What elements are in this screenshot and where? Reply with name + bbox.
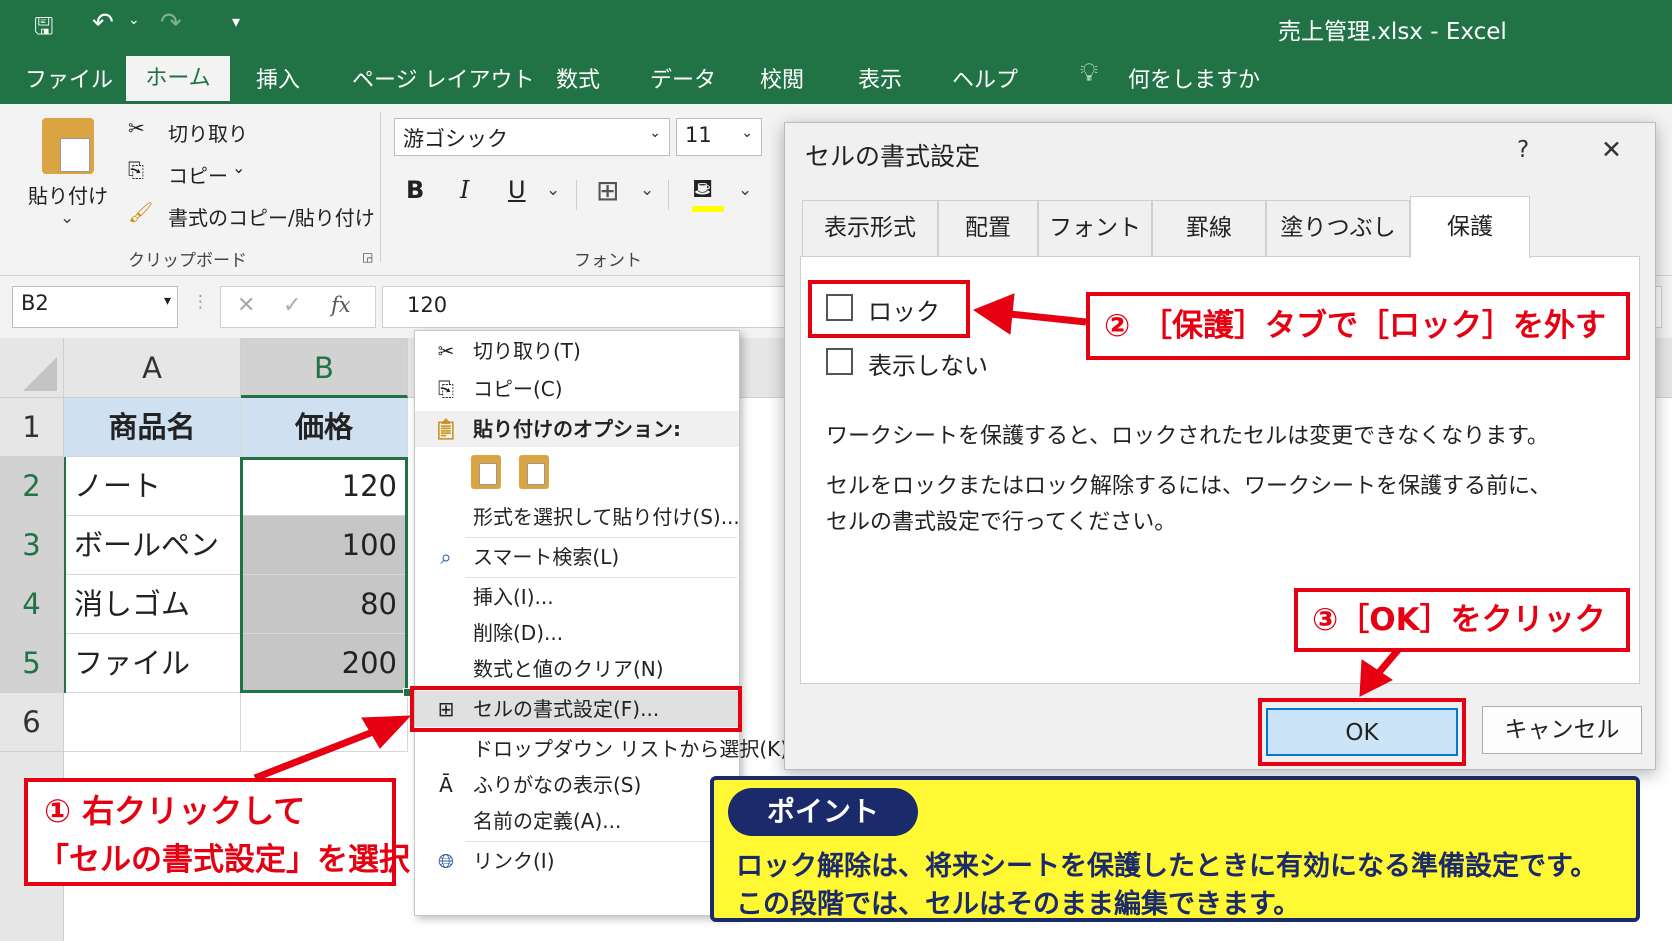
callout-step1: ① 右クリックして 「セルの書式設定」を選択 (24, 778, 410, 886)
arrow-step2-line (1009, 310, 1087, 326)
tab-protection[interactable]: 保護 (1410, 196, 1530, 258)
callout-step2: ② ［保護］タブで［ロック］を外す (1086, 292, 1630, 360)
arrow-step2-head (972, 293, 1015, 335)
point-line-1: ロック解除は、将来シートを保護したときに有効になる準備設定です。 (736, 851, 1598, 882)
point-line-2: この段階では、セルはそのまま編集できます。 (736, 889, 1301, 920)
point-label: ポイント (728, 788, 918, 836)
callout-step1-line1: ① 右クリックして (44, 792, 306, 830)
arrow-step1-line (253, 726, 380, 782)
point-box: ポイント ロック解除は、将来シートを保護したときに有効になる準備設定です。 この… (710, 776, 1640, 922)
callout-step3: ③［OK］をクリック (1294, 588, 1630, 652)
callout-step1-line2: 「セルの書式設定」を選択 (38, 842, 410, 878)
